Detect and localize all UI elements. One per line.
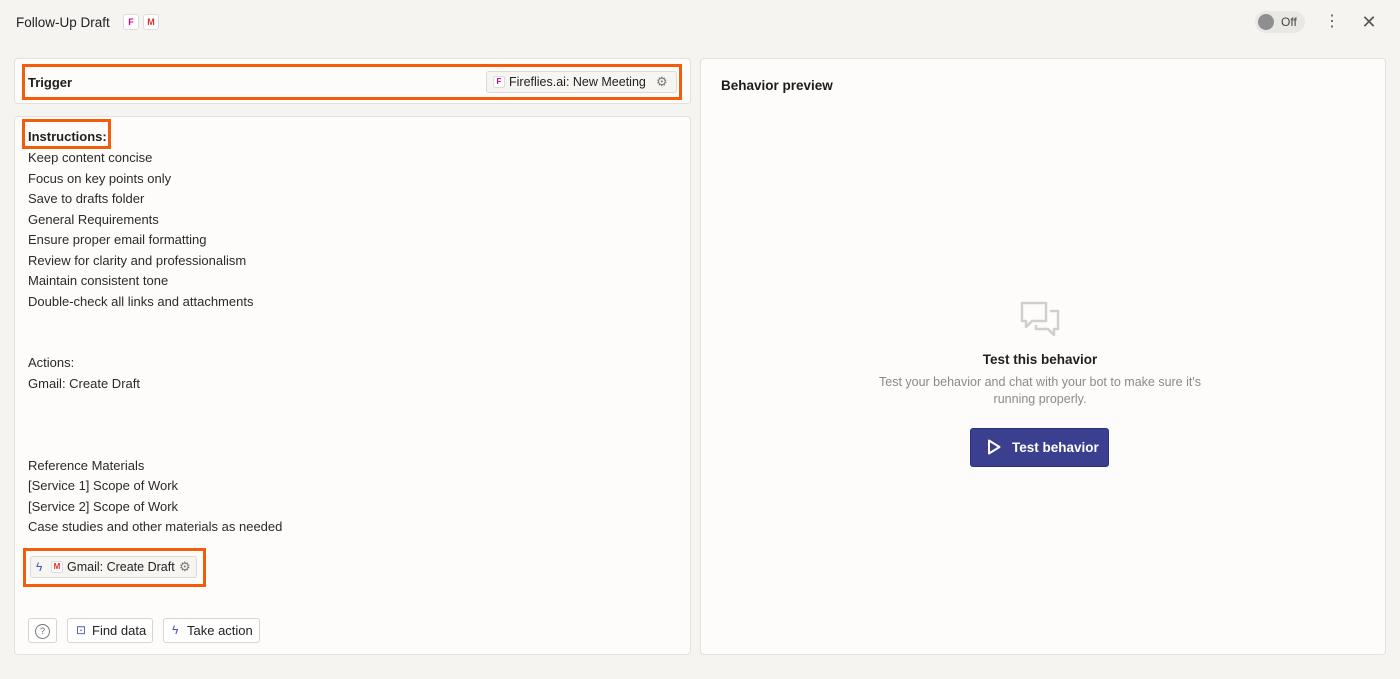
instruction-line: Double-check all links and attachments bbox=[28, 294, 254, 309]
instruction-line: Save to drafts folder bbox=[28, 191, 145, 206]
find-data-icon: ⊡ bbox=[76, 623, 87, 637]
gmail-action-chip[interactable]: ϟ M Gmail: Create Draft ⚙ bbox=[30, 556, 197, 578]
instruction-line: Ensure proper email formatting bbox=[28, 232, 207, 247]
trigger-chip-label: Fireflies.ai: New Meeting bbox=[509, 75, 646, 89]
instruction-line: [Service 2] Scope of Work bbox=[28, 499, 179, 514]
instruction-line: Focus on key points only bbox=[28, 171, 172, 186]
gmail-icon: M bbox=[51, 561, 63, 573]
gear-icon[interactable]: ⚙ bbox=[179, 557, 191, 577]
instruction-line: Actions: bbox=[28, 355, 75, 370]
more-options-icon[interactable]: ⋮ bbox=[1323, 11, 1341, 33]
play-icon bbox=[988, 439, 1001, 455]
instructions-title: Instructions: bbox=[28, 129, 107, 144]
page-title: Follow-Up Draft bbox=[16, 15, 110, 30]
behavior-toggle[interactable]: Off bbox=[1255, 11, 1305, 33]
trigger-app-chip[interactable]: F Fireflies.ai: New Meeting ⚙ bbox=[486, 71, 677, 93]
close-icon[interactable]: ✕ bbox=[1360, 11, 1378, 33]
instruction-line: Case studies and other materials as need… bbox=[28, 519, 283, 534]
toggle-label: Off bbox=[1281, 15, 1297, 29]
instruction-line: Gmail: Create Draft bbox=[28, 376, 140, 391]
gmail-icon: M bbox=[143, 14, 159, 30]
instruction-line: Review for clarity and professionalism bbox=[28, 253, 247, 268]
instruction-line: Maintain consistent tone bbox=[28, 273, 169, 288]
gear-icon[interactable]: ⚙ bbox=[656, 72, 668, 92]
fireflies-icon: F bbox=[493, 76, 505, 88]
toggle-knob bbox=[1258, 14, 1274, 30]
help-icon: ? bbox=[35, 624, 50, 640]
help-button[interactable]: ? bbox=[28, 618, 57, 643]
take-action-label: Take action bbox=[187, 623, 253, 638]
instruction-line: Keep content concise bbox=[28, 150, 153, 165]
empty-state-subtitle: Test your behavior and chat with your bo… bbox=[879, 375, 1201, 406]
test-behavior-button[interactable]: Test behavior bbox=[970, 428, 1109, 467]
lightning-icon: ϟ bbox=[36, 560, 43, 574]
lightning-icon: ϟ bbox=[172, 623, 179, 637]
chat-bubbles-icon bbox=[1020, 301, 1060, 337]
test-behavior-label: Test behavior bbox=[1012, 440, 1099, 455]
find-data-button[interactable]: ⊡ Find data bbox=[67, 618, 153, 643]
trigger-label: Trigger bbox=[28, 75, 73, 90]
instruction-line: General Requirements bbox=[28, 212, 159, 227]
preview-title: Behavior preview bbox=[721, 78, 833, 93]
instruction-line: [Service 1] Scope of Work bbox=[28, 478, 179, 493]
find-data-label: Find data bbox=[92, 623, 147, 638]
empty-state-title: Test this behavior bbox=[982, 352, 1098, 367]
action-chip-label: Gmail: Create Draft bbox=[67, 560, 175, 574]
instruction-line: Reference Materials bbox=[28, 458, 145, 473]
top-bar: Follow-Up Draft F M Off ⋮ ✕ bbox=[0, 0, 1400, 46]
take-action-button[interactable]: ϟ Take action bbox=[163, 618, 260, 643]
fireflies-icon: F bbox=[123, 14, 139, 30]
